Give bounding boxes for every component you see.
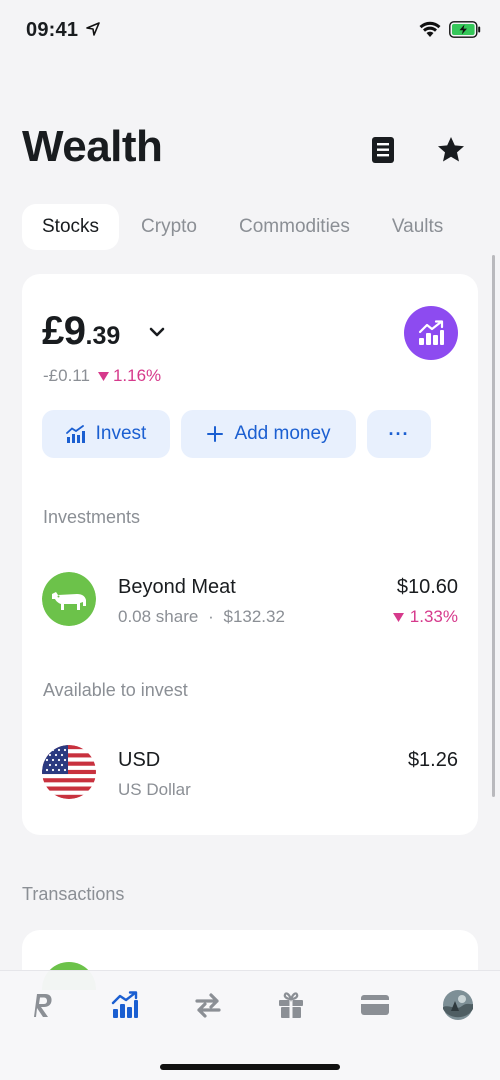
plus-icon [207, 426, 224, 442]
investment-shares: 0.08 share [118, 607, 199, 626]
portfolio-card: £9 .39 -£0.11 1.16% Invest Add money ···… [22, 274, 478, 835]
news-icon[interactable] [368, 135, 398, 165]
page-title: Wealth [22, 122, 163, 171]
tab-commodities[interactable]: Commodities [219, 204, 370, 250]
chevron-down-icon[interactable] [148, 326, 166, 338]
analytics-button[interactable] [404, 306, 458, 360]
transactions-label: Transactions [22, 884, 125, 904]
wealth-chart-icon[interactable] [109, 989, 141, 1021]
currency-name: US Dollar [118, 780, 191, 799]
transfers-icon[interactable] [192, 989, 224, 1021]
change-amount: -£0.11 [43, 366, 90, 385]
add-money-button-label: Add money [234, 423, 331, 444]
investments-label: Investments [43, 507, 141, 527]
beyond-meat-logo [42, 572, 96, 626]
currency-row-usd[interactable]: USD US Dollar $1.26 [42, 745, 458, 801]
available-to-invest-label: Available to invest [43, 680, 188, 700]
investment-change: 1.33% [392, 607, 458, 627]
home-indicator [160, 1064, 340, 1070]
tab-vaults[interactable]: Vaults [372, 204, 463, 250]
rewards-gift-icon[interactable] [275, 989, 307, 1021]
more-ellipsis-icon: ··· [388, 423, 410, 444]
balance-whole: £9 [42, 309, 86, 353]
analytics-chart-icon [418, 320, 444, 345]
balance-decimal: .39 [85, 322, 121, 350]
status-bar: 09:41 [0, 0, 500, 60]
currency-value: $1.26 [407, 749, 458, 771]
us-flag-icon [42, 745, 96, 799]
change-percent: 1.16% [112, 366, 162, 385]
investment-value: $10.60 [396, 576, 458, 598]
asset-tabs: Stocks Crypto Commodities Vaults [22, 204, 463, 250]
separator-dot: · [208, 607, 214, 626]
balance[interactable]: £9 .39 [42, 309, 120, 354]
status-time: 09:41 [26, 19, 79, 41]
triangle-down-icon [97, 371, 109, 381]
add-money-button[interactable]: Add money [181, 410, 356, 458]
more-button[interactable]: ··· [367, 410, 431, 458]
invest-chart-icon [65, 425, 85, 443]
balance-change: -£0.11 1.16% [43, 366, 161, 386]
wifi-icon [419, 21, 441, 37]
invest-button[interactable]: Invest [42, 410, 170, 458]
triangle-down-icon [392, 612, 404, 622]
location-arrow-icon [86, 22, 100, 36]
tab-crypto[interactable]: Crypto [121, 204, 217, 250]
battery-charging-icon [449, 21, 481, 38]
investment-name: Beyond Meat [118, 576, 236, 598]
investment-row-beyond-meat[interactable]: Beyond Meat 0.08 share · $132.32 $10.60 … [42, 572, 458, 628]
profile-avatar[interactable] [442, 989, 474, 1021]
currency-code: USD [118, 749, 161, 771]
investment-price: $132.32 [223, 607, 285, 626]
cards-icon[interactable] [359, 989, 391, 1021]
investment-change-percent: 1.33% [409, 607, 458, 626]
star-icon[interactable] [436, 135, 466, 165]
revolut-logo-icon[interactable] [26, 989, 58, 1021]
invest-button-label: Invest [95, 423, 147, 444]
investment-details: 0.08 share · $132.32 [118, 607, 285, 627]
scrollbar[interactable] [492, 255, 495, 797]
tab-stocks[interactable]: Stocks [22, 204, 120, 250]
